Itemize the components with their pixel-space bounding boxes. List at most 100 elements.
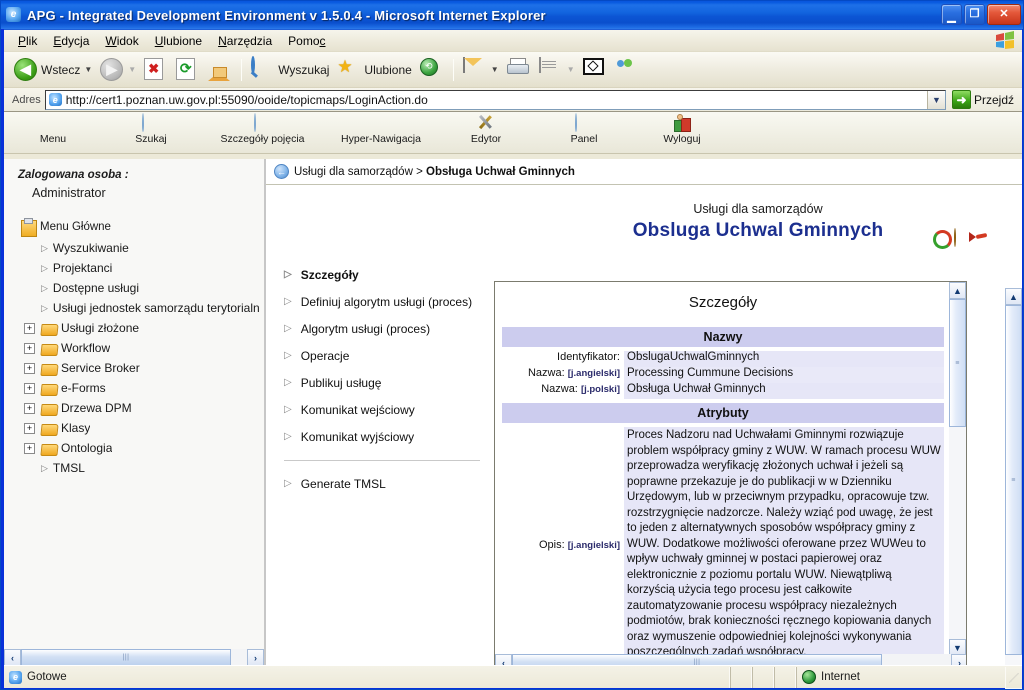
app-btn-menu[interactable]: Menu (4, 112, 102, 145)
back-dropdown-caret[interactable]: ▼ (84, 65, 92, 74)
favorites-button[interactable]: ★ Ulubione (333, 55, 415, 85)
expand-plus-icon[interactable]: + (24, 362, 35, 374)
close-button[interactable]: ✕ (987, 4, 1021, 25)
maximize-button[interactable]: ❐ (964, 4, 985, 25)
app-btn-edytor[interactable]: Edytor (437, 112, 535, 145)
discuss-button[interactable] (579, 55, 611, 85)
page-icon: e (48, 93, 62, 106)
sidebar-item-workflow[interactable]: + Workflow (24, 338, 264, 358)
forward-button[interactable]: ▶ ▼ (96, 55, 140, 85)
expand-plus-icon[interactable]: + (24, 322, 35, 334)
mail-button[interactable]: ▼ (459, 55, 503, 85)
nav-item-generate-tmsl[interactable]: ▷ Generate TMSL (284, 470, 494, 497)
menu-pomoc[interactable]: Pomoc (280, 32, 333, 50)
scroll-right-arrow-icon[interactable]: › (247, 649, 264, 666)
address-bar: Adres e http://cert1.poznan.uw.gov.pl:55… (4, 88, 1022, 112)
search-label: Wyszukaj (278, 62, 330, 77)
expand-plus-icon[interactable]: + (24, 342, 35, 354)
sidebar-item-drzewa-dpm[interactable]: + Drzewa DPM (24, 398, 264, 418)
menu-plik[interactable]: Plik (10, 32, 45, 50)
triangle-icon: ▷ (284, 404, 292, 415)
mail-dropdown-caret[interactable]: ▼ (491, 65, 499, 74)
nav-item-publikuj-usluge[interactable]: ▷ Publikuj usługę (284, 369, 494, 396)
table-row: Nazwa: [j.angielski] Processing Cummune … (502, 367, 944, 383)
home-button[interactable] (204, 55, 236, 85)
print-button[interactable] (503, 55, 535, 85)
edit-dropdown-caret[interactable]: ▼ (567, 65, 575, 74)
expand-plus-icon[interactable]: + (24, 402, 35, 414)
detail-heading: Szczegóły (688, 294, 758, 311)
nav-item-definiuj-algorytm[interactable]: ▷ Definiuj algorytm usługi (proces) (284, 288, 494, 315)
app-btn-hyper-nawigacja[interactable]: Hyper-Nawigacja (325, 112, 437, 145)
nav-item-komunikat-wejsciowy[interactable]: ▷ Komunikat wejściowy (284, 396, 494, 423)
recycle-icon[interactable] (932, 229, 950, 247)
expand-plus-icon[interactable]: + (24, 442, 35, 454)
scroll-grip-icon: ≡ (1011, 476, 1016, 484)
nav-item-komunikat-wyjsciowy[interactable]: ▷ Komunikat wyjściowy (284, 423, 494, 450)
scroll-left-arrow-icon[interactable]: ‹ (4, 649, 21, 666)
sidebar-item-label: TMSL (52, 461, 85, 475)
minimize-button[interactable]: ▁ (941, 4, 962, 25)
messenger-button[interactable] (611, 55, 643, 85)
expand-plus-icon[interactable]: + (24, 382, 35, 394)
sidebar-item-klasy[interactable]: + Klasy (24, 418, 264, 438)
refresh-button[interactable]: ⟳ (172, 55, 204, 85)
address-input[interactable]: e http://cert1.poznan.uw.gov.pl:55090/oo… (44, 89, 946, 110)
app-btn-szukaj[interactable]: Szukaj (102, 112, 200, 145)
home-icon (208, 57, 232, 82)
folder-icon (41, 382, 56, 395)
scroll-thumb[interactable]: ||| (21, 649, 231, 666)
red-arrow-icon[interactable] (976, 229, 994, 247)
forward-dropdown-caret[interactable]: ▼ (128, 65, 136, 74)
page-vertical-scrollbar[interactable]: ▲ ≡ ▼ (1005, 288, 1022, 689)
menu-ulubione[interactable]: Ulubione (147, 32, 210, 50)
messenger-icon (615, 58, 639, 82)
nav-item-szczegoly[interactable]: ▷ Szczegóły (284, 261, 494, 288)
app-btn-panel[interactable]: Panel (535, 112, 633, 145)
resize-grip-icon[interactable] (1006, 670, 1020, 684)
sidebar-item-tmsl[interactable]: ▷ TMSL (24, 458, 264, 478)
back-button[interactable]: ◀ Wstecz ▼ (10, 55, 96, 85)
history-button[interactable]: ⟲ (416, 55, 448, 85)
expand-plus-icon[interactable]: + (24, 422, 35, 434)
scroll-track[interactable]: ≡ (1005, 305, 1022, 689)
nav-item-operacje[interactable]: ▷ Operacje (284, 342, 494, 369)
edit-button[interactable]: ▼ (535, 55, 579, 85)
search-icon (251, 55, 275, 82)
sidebar-item-dostepne-uslugi[interactable]: ▷ Dostępne usługi (24, 278, 264, 298)
sidebar-item-service-broker[interactable]: + Service Broker (24, 358, 264, 378)
title-bar[interactable]: e APG - Integrated Development Environme… (1, 1, 1023, 29)
row-value: Proces Nadzoru nad Uchwałami Gminnymi ro… (624, 427, 944, 656)
security-zone-cell[interactable]: Internet (796, 666, 1006, 688)
sidebar-item-ontologia[interactable]: + Ontologia (24, 438, 264, 458)
app-btn-szczegoly-pojecia[interactable]: Szczegóły pojęcia (200, 112, 325, 145)
scroll-track[interactable]: ||| (21, 649, 247, 666)
menu-edycja[interactable]: Edycja (45, 32, 97, 50)
breadcrumb-parent[interactable]: Usługi dla samorządów (294, 166, 413, 178)
go-button[interactable]: ➜ Przejdź (950, 90, 1022, 109)
scroll-thumb[interactable]: ≡ (949, 299, 966, 427)
search-button[interactable]: Wyszukaj (247, 55, 333, 85)
app-btn-wyloguj[interactable]: Wyloguj (633, 112, 731, 145)
triangle-icon: ▷ (41, 302, 48, 313)
scroll-up-arrow-icon[interactable]: ▲ (1005, 288, 1022, 305)
nav-item-algorytm-uslugi[interactable]: ▷ Algorytm usługi (proces) (284, 315, 494, 342)
scroll-thumb[interactable]: ≡ (1005, 305, 1022, 655)
stop-button[interactable]: ✖ (140, 55, 172, 85)
back-arrow-icon[interactable]: ← (274, 164, 289, 179)
scroll-up-arrow-icon[interactable]: ▲ (949, 282, 966, 299)
sidebar-item-e-forms[interactable]: + e-Forms (24, 378, 264, 398)
chevron-down-icon[interactable]: ▼ (926, 90, 945, 109)
sidebar-item-projektanci[interactable]: ▷ Projektanci (24, 258, 264, 278)
scroll-track[interactable]: ≡ (949, 299, 966, 639)
detail-vertical-scrollbar[interactable]: ▲ ≡ ▼ (949, 282, 966, 656)
menu-widok[interactable]: Widok (97, 32, 146, 50)
tree-root-menu-glowne[interactable]: Menu Główne (20, 218, 264, 237)
menu-bar: Plik Edycja Widok Ulubione Narzędzia Pom… (4, 30, 1022, 52)
sidebar-item-wyszukiwanie[interactable]: ▷ Wyszukiwanie (24, 238, 264, 258)
sidebar-horizontal-scrollbar[interactable]: ‹ ||| › (4, 649, 264, 666)
status-bar: e Gotowe Internet (4, 665, 1022, 688)
sidebar-item-uslugi-zlozone[interactable]: + Usługi złożone (24, 318, 264, 338)
sidebar-item-uslugi-jednostek[interactable]: ▷ Usługi jednostek samorządu terytorialn (24, 298, 264, 318)
menu-narzedzia[interactable]: Narzędzia (210, 32, 280, 50)
